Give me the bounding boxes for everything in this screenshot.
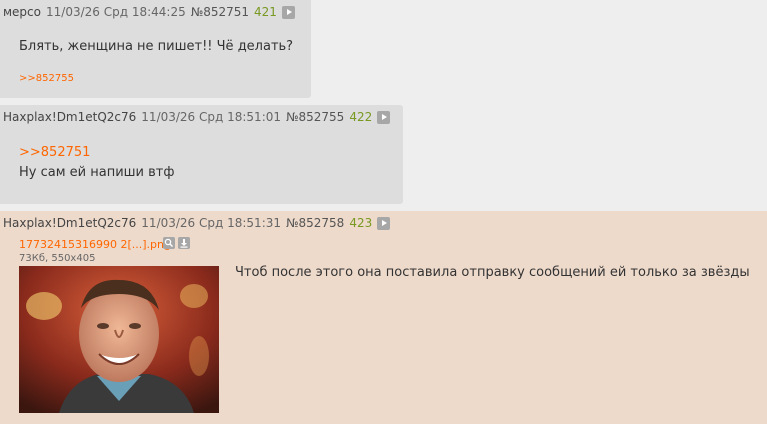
download-icon[interactable]: [178, 237, 190, 249]
quote-link[interactable]: >>852751: [19, 145, 90, 160]
reply-link[interactable]: >>852755: [19, 73, 74, 84]
poster-name: мерсо: [3, 5, 41, 19]
post-header: Haxplax!Dm1etQ2c76 11/03/26 Срд 18:51:01…: [3, 110, 395, 124]
post-number[interactable]: №852758: [286, 216, 344, 230]
post-number[interactable]: №852755: [286, 110, 344, 124]
poster-name: Haxplax!Dm1etQ2c76: [3, 110, 137, 124]
post-date: 11/03/26 Срд 18:51:01: [141, 110, 282, 124]
post-852758: Haxplax!Dm1etQ2c76 11/03/26 Срд 18:51:31…: [0, 211, 767, 424]
post-date: 11/03/26 Срд 18:44:25: [46, 5, 186, 19]
post-date: 11/03/26 Срд 18:51:31: [141, 216, 282, 230]
reply-play-icon[interactable]: [377, 110, 391, 124]
post-header: мерсо 11/03/26 Срд 18:44:25 №852751 421: [3, 5, 300, 19]
post-header: Haxplax!Dm1etQ2c76 11/03/26 Срд 18:51:31…: [3, 216, 395, 230]
post-message: Блять, женщина не пишет!! Чё делать?: [19, 39, 294, 54]
file-meta: 73Кб, 550x405: [19, 253, 96, 264]
post-852755: Haxplax!Dm1etQ2c76 11/03/26 Срд 18:51:01…: [0, 105, 403, 204]
post-count: 423: [349, 216, 373, 230]
search-icon[interactable]: [163, 237, 175, 249]
file-name-link[interactable]: 17732415316990 2[...].png: [19, 238, 171, 251]
poster-name: Haxplax!Dm1etQ2c76: [3, 216, 137, 230]
post-count: 422: [349, 110, 373, 124]
reply-play-icon[interactable]: [377, 216, 391, 230]
post-852751: мерсо 11/03/26 Срд 18:44:25 №852751 421 …: [0, 0, 311, 98]
post-message: Ну сам ей напиши втф: [19, 165, 175, 180]
file-actions: [163, 237, 190, 249]
attached-image-thumbnail[interactable]: [19, 266, 219, 413]
smiling-man-photo: [19, 266, 219, 413]
reply-play-icon[interactable]: [281, 5, 295, 19]
post-message: Чтоб после этого она поставила отправку …: [235, 265, 750, 280]
post-count: 421: [254, 5, 277, 19]
post-number[interactable]: №852751: [191, 5, 249, 19]
